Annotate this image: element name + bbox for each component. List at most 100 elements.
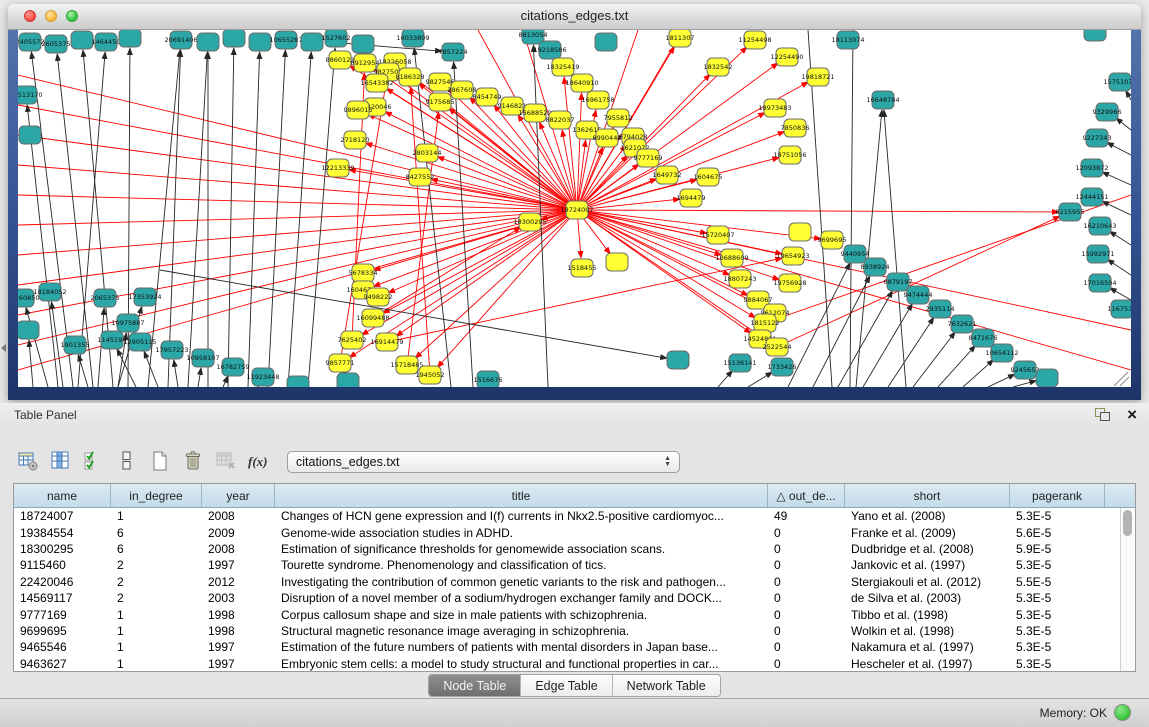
graph-node[interactable]: 9777169 bbox=[634, 149, 663, 167]
table-row[interactable]: 911546021997Tourette syndrome. Phenomeno… bbox=[14, 557, 1135, 573]
graph-node[interactable]: 20691406 bbox=[164, 31, 197, 49]
graph-node[interactable]: 26513170 bbox=[18, 86, 43, 104]
graph-edge[interactable] bbox=[383, 210, 577, 313]
network-canvas[interactable]: 2405572260537514644502069140610655287152… bbox=[18, 30, 1131, 387]
graph-node[interactable]: 18325419 bbox=[546, 58, 579, 76]
graph-edge[interactable] bbox=[1110, 288, 1131, 300]
graph-node[interactable]: 2522544 bbox=[763, 338, 792, 356]
graph-node[interactable]: 2803144 bbox=[413, 144, 442, 162]
graph-node[interactable]: 1694479 bbox=[677, 189, 706, 207]
graph-edge[interactable] bbox=[437, 210, 577, 368]
graph-node[interactable]: 16914479 bbox=[370, 333, 403, 351]
column-header-title[interactable]: title bbox=[275, 484, 768, 507]
graph-node[interactable]: 1145194 bbox=[98, 331, 127, 349]
graph-node[interactable]: 16099488 bbox=[356, 309, 389, 327]
graph-edge[interactable] bbox=[718, 370, 733, 387]
graph-edge[interactable] bbox=[27, 105, 58, 387]
graph-node[interactable]: 1167534 bbox=[1108, 300, 1131, 318]
graph-node[interactable] bbox=[197, 33, 219, 51]
graph-node[interactable]: 9896015 bbox=[344, 101, 373, 119]
table-row[interactable]: 1456911722003Disruption of a novel membe… bbox=[14, 590, 1135, 606]
citation-network-graph[interactable]: 2405572260537514644502069140610655287152… bbox=[18, 30, 1131, 387]
graph-edge[interactable] bbox=[963, 360, 994, 387]
graph-node[interactable]: 11254498 bbox=[738, 31, 771, 49]
graph-node[interactable] bbox=[606, 253, 628, 271]
tab-node-table[interactable]: Node Table bbox=[429, 675, 521, 696]
graph-node[interactable]: 18973483 bbox=[758, 99, 791, 117]
graph-node[interactable]: 15136141 bbox=[723, 354, 756, 372]
function-builder-button[interactable]: f(x) bbox=[245, 447, 273, 475]
graph-edge[interactable] bbox=[18, 210, 577, 225]
table-row[interactable]: 1938455462009Genome-wide association stu… bbox=[14, 524, 1135, 540]
new-table-button[interactable] bbox=[146, 447, 174, 475]
graph-node[interactable]: 1832542 bbox=[704, 58, 733, 76]
graph-node[interactable]: 15720407 bbox=[701, 226, 734, 244]
graph-edge[interactable] bbox=[188, 52, 207, 387]
graph-node[interactable] bbox=[789, 223, 811, 241]
row-height-button[interactable] bbox=[113, 447, 141, 475]
graph-edge[interactable] bbox=[1107, 142, 1131, 155]
graph-edge[interactable] bbox=[838, 291, 893, 387]
graph-node[interactable] bbox=[19, 126, 41, 144]
table-options-button[interactable] bbox=[14, 447, 42, 475]
graph-node[interactable] bbox=[667, 351, 689, 369]
graph-node[interactable]: 12254490 bbox=[770, 48, 803, 66]
graph-edge[interactable] bbox=[1102, 172, 1131, 185]
graph-edge[interactable] bbox=[288, 52, 311, 387]
graph-node[interactable]: 1733426 bbox=[768, 358, 797, 376]
graph-node[interactable]: 1464450 bbox=[92, 33, 121, 51]
graph-node[interactable] bbox=[595, 33, 617, 51]
graph-node[interactable]: 12444151 bbox=[1075, 188, 1108, 206]
column-header-pagerank[interactable]: pagerank bbox=[1010, 484, 1105, 507]
graph-node[interactable]: 9857771 bbox=[326, 354, 355, 372]
graph-node[interactable]: 1811307 bbox=[666, 30, 695, 47]
graph-node[interactable] bbox=[1084, 30, 1106, 41]
table-row[interactable]: 1872400712008Changes of HCN gene express… bbox=[14, 508, 1135, 524]
graph-node[interactable]: 9699695 bbox=[818, 231, 847, 249]
graph-node[interactable]: 16033809 bbox=[396, 30, 429, 47]
column-header-in_degree[interactable]: in_degree bbox=[111, 484, 202, 507]
graph-node[interactable]: 10655287 bbox=[269, 31, 302, 49]
graph-node[interactable]: 1901355 bbox=[61, 336, 90, 354]
graph-node[interactable]: 8427552 bbox=[406, 168, 435, 186]
graph-edge[interactable] bbox=[1102, 201, 1131, 215]
graph-edge[interactable] bbox=[748, 372, 773, 387]
graph-edge[interactable] bbox=[168, 50, 181, 387]
graph-edge[interactable] bbox=[373, 227, 521, 318]
graph-node[interactable]: 18751056 bbox=[773, 146, 806, 164]
graph-edge[interactable] bbox=[174, 360, 178, 387]
graph-node[interactable]: 9329966 bbox=[1093, 103, 1122, 121]
graph-node[interactable] bbox=[71, 31, 93, 49]
graph-node[interactable]: 8990448 bbox=[593, 129, 622, 147]
column-header-short[interactable]: short bbox=[845, 484, 1010, 507]
graph-node[interactable]: 9227343 bbox=[1083, 129, 1112, 147]
graph-edge[interactable] bbox=[18, 105, 577, 210]
graph-node[interactable]: 9245652 bbox=[1011, 361, 1040, 379]
graph-node[interactable]: 10975887 bbox=[111, 314, 144, 332]
graph-edge[interactable] bbox=[577, 210, 730, 275]
graph-node[interactable]: 16782759 bbox=[216, 358, 249, 376]
graph-node[interactable] bbox=[287, 376, 309, 387]
graph-node[interactable] bbox=[249, 33, 271, 51]
graph-edge[interactable] bbox=[988, 374, 1015, 387]
graph-node[interactable]: 17353924 bbox=[128, 288, 161, 306]
graph-edge[interactable] bbox=[18, 195, 577, 210]
graph-node[interactable]: 9498222 bbox=[364, 288, 393, 306]
table-selector-dropdown[interactable]: citations_edges.txt ▲▼ bbox=[287, 451, 680, 473]
graph-edge[interactable] bbox=[18, 210, 577, 345]
graph-node[interactable]: 9175685 bbox=[426, 93, 455, 111]
graph-node[interactable] bbox=[337, 373, 359, 387]
graph-node[interactable]: 11923448 bbox=[246, 368, 279, 386]
graph-edge[interactable] bbox=[248, 52, 260, 387]
graph-node[interactable] bbox=[301, 33, 323, 51]
graph-edge[interactable] bbox=[223, 376, 228, 387]
graph-edge[interactable] bbox=[29, 340, 33, 387]
graph-node[interactable]: 1945052 bbox=[416, 366, 445, 384]
graph-node[interactable]: 8938924 bbox=[861, 258, 890, 276]
graph-node[interactable]: 10958107 bbox=[186, 349, 219, 367]
graph-node[interactable]: 1518455 bbox=[568, 259, 597, 277]
graph-node[interactable]: 1527602 bbox=[322, 30, 351, 47]
graph-node[interactable]: 18640910 bbox=[565, 74, 598, 92]
select-rows-button[interactable] bbox=[80, 447, 108, 475]
show-columns-button[interactable] bbox=[47, 447, 75, 475]
